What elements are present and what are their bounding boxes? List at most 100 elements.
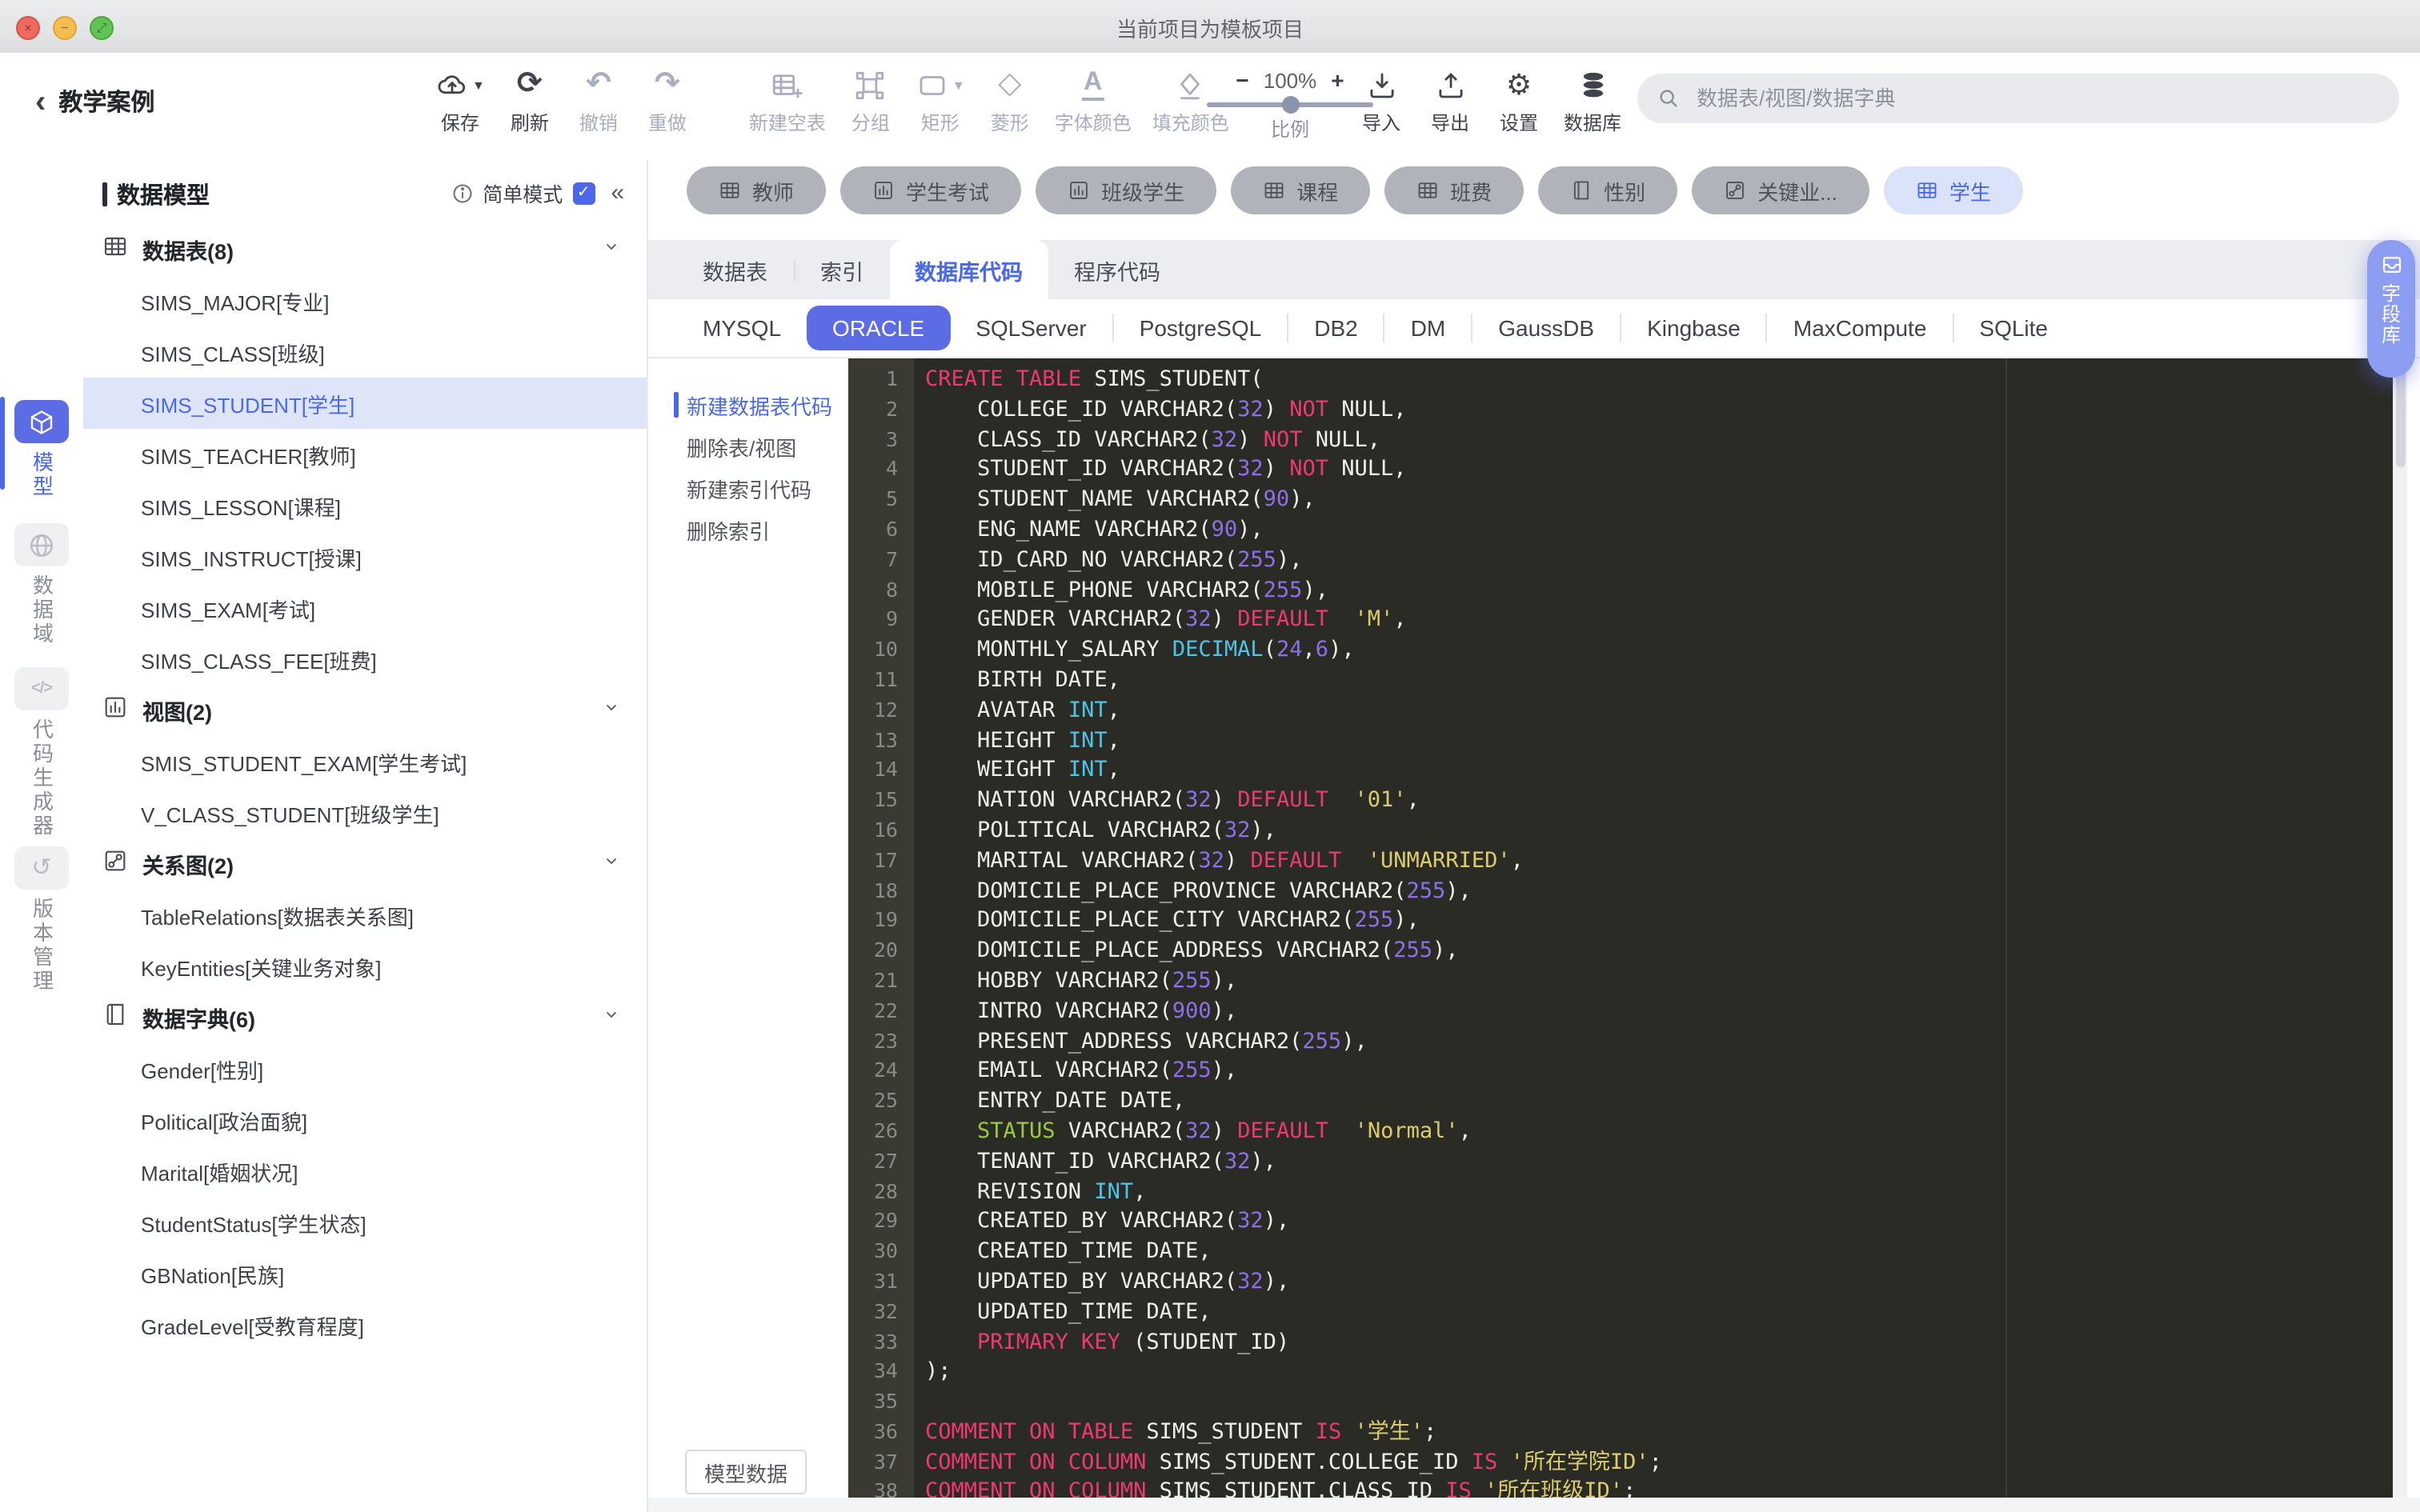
code-lines: 1CREATE TABLE SIMS_STUDENT(2 COLLEGE_ID … — [848, 365, 2393, 1498]
line-number: 24 — [848, 1057, 914, 1087]
entity-tab[interactable]: 班级学生 — [1036, 166, 1216, 214]
collapse-panel-button[interactable]: « — [611, 179, 624, 206]
tree-item[interactable]: Gender[性别] — [83, 1043, 647, 1094]
tree-item[interactable]: Political[政治面貌] — [83, 1094, 647, 1146]
simple-mode-checkbox[interactable]: ✓ — [572, 182, 595, 204]
settings-button[interactable]: ⚙设置 — [1495, 66, 1543, 136]
dialect-tab[interactable]: ORACLE — [807, 306, 950, 350]
code-text: EMAIL VARCHAR2(255), — [914, 1057, 1237, 1087]
line-number: 25 — [848, 1086, 914, 1117]
dialect-tab[interactable]: SQLServer — [950, 306, 1112, 350]
tree-group-header[interactable]: 视图(2) — [83, 685, 647, 736]
dialect-tab[interactable]: DM — [1385, 306, 1472, 350]
save-button[interactable]: ▼保存 — [435, 66, 485, 136]
group-button[interactable]: 分组 — [847, 66, 895, 136]
model-data-button[interactable]: 模型数据 — [685, 1450, 807, 1494]
dialect-tab[interactable]: SQLite — [1953, 306, 2073, 350]
editor-scrollbar-thumb[interactable] — [2395, 365, 2405, 467]
title-bar-glyph — [102, 182, 107, 206]
zoom-slider-handle[interactable] — [1282, 96, 1300, 114]
font-color-label: 字体颜色 — [1055, 109, 1132, 136]
group-icon — [854, 66, 887, 104]
dialect-tab[interactable]: MaxCompute — [1768, 306, 1953, 350]
tree-item[interactable]: TableRelations[数据表关系图] — [83, 890, 647, 941]
tree-item[interactable]: V_CLASS_STUDENT[班级学生] — [83, 787, 647, 838]
tree-item[interactable]: GBNation[民族] — [83, 1248, 647, 1299]
tree-item[interactable]: SIMS_STUDENT[学生] — [83, 378, 647, 429]
nav-data-domain[interactable]: 数据域 — [0, 523, 83, 646]
doc-tab[interactable]: 数据库代码 — [889, 240, 1048, 299]
tree-group-header[interactable]: 数据表(8) — [83, 224, 647, 275]
back-to-project-list[interactable]: ‹ 教学案例 — [35, 85, 154, 118]
doc-tab[interactable]: 程序代码 — [1048, 240, 1186, 299]
diamond-icon: ◇ — [998, 66, 1021, 104]
code-menu-item[interactable]: 删除索引 — [648, 509, 848, 550]
tree-item[interactable]: SMIS_STUDENT_EXAM[学生考试] — [83, 736, 647, 787]
chevron-down-icon[interactable] — [602, 850, 621, 878]
doc-tab-strip: 数据表索引数据库代码程序代码 — [648, 240, 2420, 299]
tree-item[interactable]: SIMS_EXAM[考试] — [83, 582, 647, 634]
export-button[interactable]: 导出 — [1426, 66, 1474, 136]
editor-scrollbar[interactable] — [2393, 358, 2407, 1498]
tree-item[interactable]: SIMS_TEACHER[教师] — [83, 429, 647, 480]
nav-model[interactable]: 模型 — [0, 400, 83, 499]
code-text: MARITAL VARCHAR2(32) DEFAULT 'UNMARRIED'… — [914, 846, 1524, 877]
import-button[interactable]: 导入 — [1357, 66, 1405, 136]
dialect-tab[interactable]: Kingbase — [1621, 306, 1766, 350]
diamond-button[interactable]: ◇菱形 — [986, 66, 1034, 136]
entity-tab[interactable]: 教师 — [687, 166, 826, 214]
search-box[interactable] — [1637, 74, 2399, 123]
undo-button[interactable]: ↶撤销 — [575, 66, 623, 136]
tree-item[interactable]: SIMS_CLASS_FEE[班费] — [83, 634, 647, 685]
chevron-down-icon[interactable] — [602, 696, 621, 725]
chevron-down-icon[interactable] — [602, 235, 621, 264]
refresh-button[interactable]: ⟳刷新 — [506, 66, 554, 136]
tree-item[interactable]: StudentStatus[学生状态] — [83, 1197, 647, 1248]
entity-tab[interactable]: 课程 — [1231, 166, 1370, 214]
tree-item[interactable]: Marital[婚姻状况] — [83, 1146, 647, 1197]
tree-item[interactable]: GradeLevel[受教育程度] — [83, 1299, 647, 1350]
table-icon — [1916, 179, 1938, 202]
rectangle-button[interactable]: ▼矩形 — [916, 66, 965, 136]
nav-version-manage[interactable]: ↺版本管理 — [0, 846, 83, 994]
entity-tab[interactable]: 班费 — [1384, 166, 1524, 214]
dialect-tab[interactable]: PostgreSQL — [1114, 306, 1288, 350]
code-menu-item[interactable]: 新建索引代码 — [648, 467, 848, 509]
search-input[interactable] — [1693, 85, 2380, 112]
sql-code-editor[interactable]: 1CREATE TABLE SIMS_STUDENT(2 COLLEGE_ID … — [848, 358, 2393, 1498]
line-number: 16 — [848, 816, 914, 846]
code-menu-item[interactable]: 删除表/视图 — [648, 426, 848, 467]
chevron-down-icon[interactable] — [602, 1003, 621, 1032]
zoom-out-button[interactable]: − — [1236, 67, 1248, 93]
zoom-slider[interactable] — [1207, 102, 1373, 107]
field-library-tab[interactable]: 字段库 — [2367, 240, 2415, 378]
tree-item[interactable]: SIMS_MAJOR[专业] — [83, 275, 647, 326]
code-text: CLASS_ID VARCHAR2(32) NOT NULL, — [914, 425, 1380, 455]
settings-label: 设置 — [1500, 109, 1538, 136]
tree-group-header[interactable]: 关系图(2) — [83, 838, 647, 890]
redo-button[interactable]: ↷重做 — [643, 66, 691, 136]
entity-tab[interactable]: 性别 — [1538, 166, 1677, 214]
doc-tab[interactable]: 索引 — [795, 240, 889, 299]
new-empty-table-button[interactable]: 新建空表 — [749, 66, 826, 136]
font-color-button[interactable]: A字体颜色 — [1055, 66, 1132, 136]
tree-group-header[interactable]: 数据字典(6) — [83, 992, 647, 1043]
doc-tab[interactable]: 数据表 — [677, 240, 793, 299]
tree-item[interactable]: SIMS_LESSON[课程] — [83, 480, 647, 531]
dialect-tab[interactable]: DB2 — [1288, 306, 1383, 350]
database-button[interactable]: 数据库 — [1564, 66, 1621, 136]
zoom-in-button[interactable]: + — [1331, 67, 1344, 93]
tree-item[interactable]: SIMS_CLASS[班级] — [83, 326, 647, 378]
entity-tab[interactable]: 学生考试 — [840, 166, 1021, 214]
code-text: NATION VARCHAR2(32) DEFAULT '01', — [914, 786, 1420, 816]
nav-code-generator[interactable]: </>代码生成器 — [0, 667, 83, 838]
info-icon[interactable] — [451, 182, 473, 204]
code-line: 37COMMENT ON COLUMN SIMS_STUDENT.COLLEGE… — [848, 1447, 2393, 1478]
dialect-tab[interactable]: GaussDB — [1472, 306, 1620, 350]
dialect-tab[interactable]: MYSQL — [677, 306, 807, 350]
tree-item[interactable]: KeyEntities[关键业务对象] — [83, 941, 647, 992]
entity-tab[interactable]: 关键业... — [1692, 166, 1869, 214]
tree-item[interactable]: SIMS_INSTRUCT[授课] — [83, 531, 647, 582]
entity-tab[interactable]: 学生 — [1884, 166, 2023, 214]
code-menu-item[interactable]: 新建数据表代码 — [648, 384, 848, 426]
